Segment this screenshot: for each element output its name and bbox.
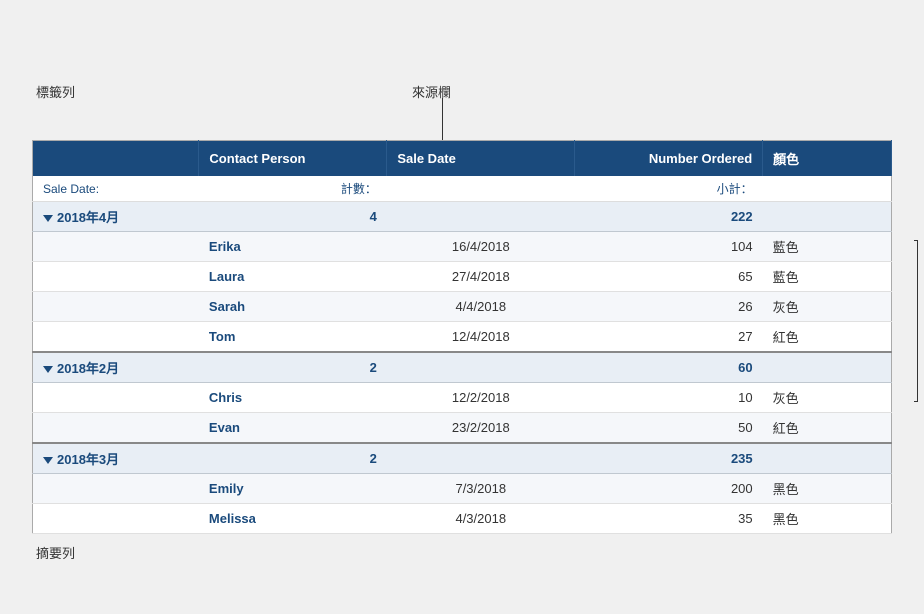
row-number: 50 xyxy=(575,413,763,444)
summary-col3 xyxy=(387,176,575,202)
row-date: 7/3/2018 xyxy=(387,474,575,504)
row-date: 12/4/2018 xyxy=(387,322,575,353)
row-empty xyxy=(33,504,199,534)
row-name: Evan xyxy=(199,413,387,444)
row-color: 藍色 xyxy=(763,262,892,292)
header-col2: Contact Person xyxy=(199,141,387,177)
row-number: 65 xyxy=(575,262,763,292)
group-header-row: 2018年2月 2 60 xyxy=(33,352,892,383)
row-empty xyxy=(33,474,199,504)
table-row: Emily7/3/2018200黑色 xyxy=(33,474,892,504)
row-date: 4/3/2018 xyxy=(387,504,575,534)
group-label: 2018年4月 xyxy=(57,210,119,225)
row-empty xyxy=(33,292,199,322)
header-col5: 顏色 xyxy=(763,141,892,177)
group-count: 4 xyxy=(199,202,387,232)
summary-col1: Sale Date: xyxy=(33,176,199,202)
group-label: 2018年2月 xyxy=(57,361,119,376)
header-col1 xyxy=(33,141,199,177)
group-color-empty xyxy=(763,352,892,383)
row-color: 灰色 xyxy=(763,292,892,322)
row-name: Erika xyxy=(199,232,387,262)
triangle-icon xyxy=(43,366,53,373)
row-empty xyxy=(33,413,199,444)
group-color-empty xyxy=(763,443,892,474)
outer-wrapper: 標籤列 來源欄 Contact Person Sale Date Number … xyxy=(32,140,892,534)
summary-col5 xyxy=(763,176,892,202)
row-number: 35 xyxy=(575,504,763,534)
table-wrapper: Contact Person Sale Date Number Ordered … xyxy=(32,140,892,534)
row-number: 26 xyxy=(575,292,763,322)
row-name: Tom xyxy=(199,322,387,353)
table-row: Melissa4/3/201835黑色 xyxy=(33,504,892,534)
row-number: 27 xyxy=(575,322,763,353)
table-row: Sarah4/4/201826灰色 xyxy=(33,292,892,322)
group-subtotal: 235 xyxy=(575,443,763,474)
group-date-empty xyxy=(387,202,575,232)
annotation-yaiyao: 摘要列 xyxy=(36,543,75,562)
triangle-icon xyxy=(43,457,53,464)
group-subtotal: 60 xyxy=(575,352,763,383)
row-empty xyxy=(33,232,199,262)
qunzu-brace: 群組 xyxy=(917,240,924,402)
group-subtotal: 222 xyxy=(575,202,763,232)
row-number: 104 xyxy=(575,232,763,262)
laiyuan-line xyxy=(442,98,443,140)
row-color: 灰色 xyxy=(763,383,892,413)
row-name: Chris xyxy=(199,383,387,413)
brace-line xyxy=(917,240,918,402)
table-row: Laura27/4/201865藍色 xyxy=(33,262,892,292)
group-collapse-cell[interactable]: 2018年4月 xyxy=(33,202,199,232)
row-name: Emily xyxy=(199,474,387,504)
group-count: 2 xyxy=(199,352,387,383)
row-name: Melissa xyxy=(199,504,387,534)
row-name: Sarah xyxy=(199,292,387,322)
summary-col2: 計數： xyxy=(199,176,387,202)
group-header-row: 2018年3月 2 235 xyxy=(33,443,892,474)
row-date: 12/2/2018 xyxy=(387,383,575,413)
row-empty xyxy=(33,383,199,413)
row-color: 紅色 xyxy=(763,322,892,353)
row-color: 藍色 xyxy=(763,232,892,262)
group-label: 2018年3月 xyxy=(57,452,119,467)
triangle-icon xyxy=(43,215,53,222)
group-color-empty xyxy=(763,202,892,232)
group-collapse-cell[interactable]: 2018年3月 xyxy=(33,443,199,474)
data-table: Contact Person Sale Date Number Ordered … xyxy=(32,140,892,534)
table-row: Erika16/4/2018104藍色 xyxy=(33,232,892,262)
row-color: 紅色 xyxy=(763,413,892,444)
row-date: 16/4/2018 xyxy=(387,232,575,262)
annotation-biaoji: 標籤列 xyxy=(36,82,75,101)
table-row: Evan23/2/201850紅色 xyxy=(33,413,892,444)
row-date: 23/2/2018 xyxy=(387,413,575,444)
row-number: 10 xyxy=(575,383,763,413)
row-date: 27/4/2018 xyxy=(387,262,575,292)
header-col3: Sale Date xyxy=(387,141,575,177)
summary-label-row: Sale Date: 計數： 小計： xyxy=(33,176,892,202)
row-empty xyxy=(33,322,199,353)
row-color: 黑色 xyxy=(763,474,892,504)
summary-col4: 小計： xyxy=(575,176,763,202)
group-collapse-cell[interactable]: 2018年2月 xyxy=(33,352,199,383)
annotation-laiyuan: 來源欄 xyxy=(412,82,451,101)
row-empty xyxy=(33,262,199,292)
header-row: Contact Person Sale Date Number Ordered … xyxy=(33,141,892,177)
row-color: 黑色 xyxy=(763,504,892,534)
row-number: 200 xyxy=(575,474,763,504)
table-row: Tom12/4/201827紅色 xyxy=(33,322,892,353)
header-col4: Number Ordered xyxy=(575,141,763,177)
row-date: 4/4/2018 xyxy=(387,292,575,322)
table-row: Chris12/2/201810灰色 xyxy=(33,383,892,413)
group-count: 2 xyxy=(199,443,387,474)
group-date-empty xyxy=(387,352,575,383)
group-date-empty xyxy=(387,443,575,474)
group-header-row: 2018年4月 4 222 xyxy=(33,202,892,232)
row-name: Laura xyxy=(199,262,387,292)
